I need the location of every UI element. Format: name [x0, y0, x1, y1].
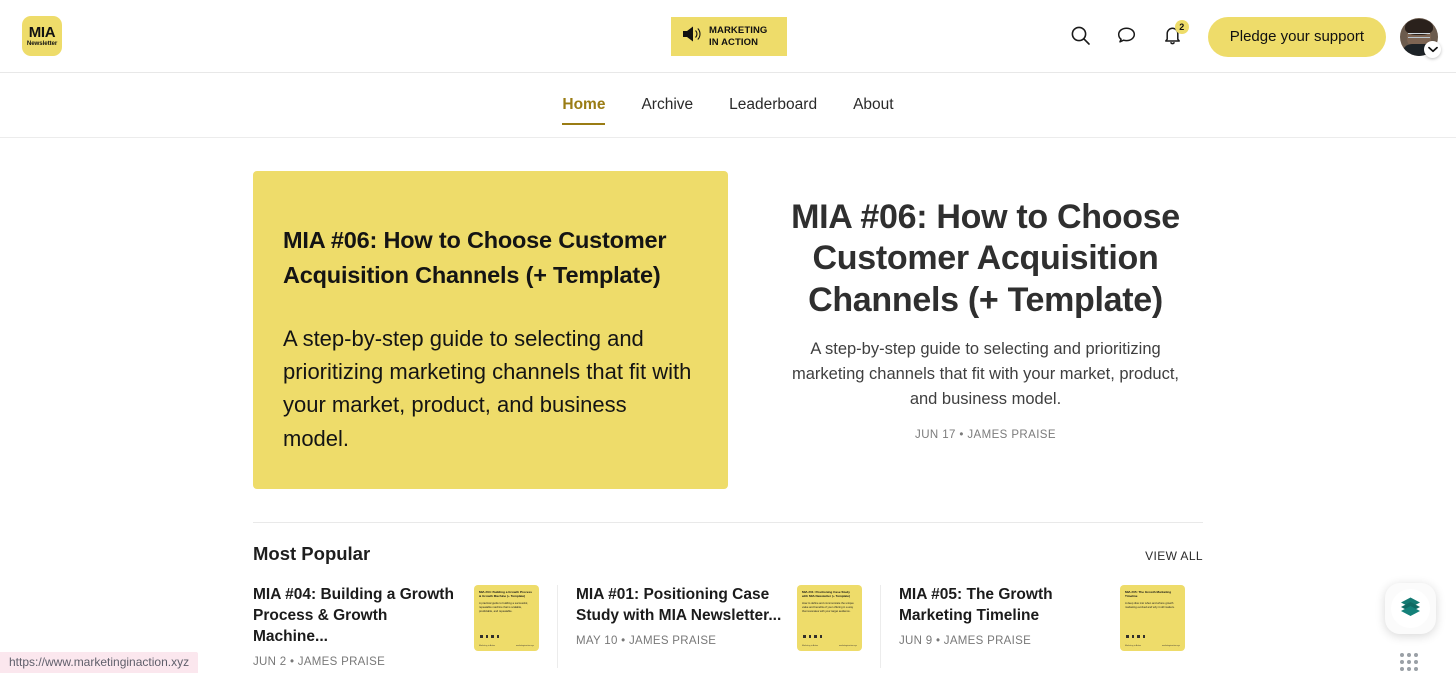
- notification-badge: 2: [1174, 19, 1189, 34]
- nav-item-about[interactable]: About: [835, 85, 912, 125]
- thumb-footer: Marketing in Action marketinginaction.xy…: [479, 645, 534, 647]
- most-popular-heading: Most Popular: [253, 543, 371, 564]
- logo-line-2: Newsletter: [26, 40, 58, 48]
- list-item[interactable]: MIA #04: Building a Growth Process & Gro…: [253, 585, 557, 668]
- status-bar-url: https://www.marketinginaction.xyz: [0, 652, 199, 673]
- thumb-footer: Marketing in Action marketinginaction.xy…: [802, 645, 857, 647]
- site-logo[interactable]: MIA Newsletter: [22, 16, 62, 56]
- center-brand-line-2: IN ACTION: [709, 36, 759, 48]
- search-button[interactable]: [1058, 14, 1104, 60]
- post-meta: JUN 2 • JAMES PRAISE: [253, 655, 386, 668]
- nav-item-leaderboard[interactable]: Leaderboard: [711, 85, 835, 125]
- view-all-link[interactable]: VIEW ALL: [1145, 549, 1203, 563]
- book-stack-icon: [1399, 596, 1422, 622]
- floating-widget-button[interactable]: [1385, 583, 1436, 634]
- hero-cover-image[interactable]: MIA #06: How to Choose Customer Acquisit…: [253, 171, 728, 489]
- search-icon: [1070, 25, 1091, 49]
- post-text: MIA #01: Positioning Case Study with MIA…: [576, 585, 783, 647]
- thumb-foot-right: marketinginaction.xyz: [838, 645, 857, 647]
- chevron-down-icon[interactable]: [1424, 40, 1441, 58]
- widget-circle: [1391, 589, 1430, 628]
- thumb-foot-left: Marketing in Action: [479, 645, 495, 647]
- thumb-title: MIA #01: Positioning Case Study with MIA…: [802, 590, 851, 599]
- thumb-dots: [1126, 635, 1146, 638]
- thumb-body: A deep dive into when and where growth m…: [1125, 602, 1175, 610]
- post-title[interactable]: MIA #01: Positioning Case Study with MIA…: [576, 585, 783, 627]
- post-text: MIA #04: Building a Growth Process & Gro…: [253, 585, 460, 668]
- hero-cover-title: MIA #06: How to Choose Customer Acquisit…: [283, 227, 667, 289]
- post-meta: JUN 9 • JAMES PRAISE: [899, 634, 1032, 647]
- thumb-foot-right: marketinginaction.xyz: [515, 645, 534, 647]
- thumb-foot-right: marketinginaction.xyz: [1161, 645, 1180, 647]
- main-nav: Home Archive Leaderboard About: [0, 73, 1456, 138]
- hero-subtitle: A step-by-step guide to selecting and pr…: [791, 340, 1179, 408]
- hero-text: MIA #06: How to Choose Customer Acquisit…: [768, 171, 1203, 441]
- thumb-foot-left: Marketing in Action: [1125, 645, 1141, 647]
- megaphone-icon: [681, 25, 703, 48]
- center-brand-text: MARKETING IN ACTION: [709, 25, 767, 49]
- logo-line-1: MIA: [28, 23, 56, 41]
- notifications-button[interactable]: 2: [1150, 14, 1196, 60]
- thumb-footer: Marketing in Action marketinginaction.xy…: [1125, 645, 1180, 647]
- most-popular-list: MIA #04: Building a Growth Process & Gro…: [253, 585, 1203, 668]
- hero-meta: JUN 17 • JAMES PRAISE: [915, 428, 1056, 441]
- page-root: MIA Newsletter MARKETING IN ACTION 2 Ple…: [0, 0, 1456, 673]
- most-popular-section: Most Popular VIEW ALL MIA #04: Building …: [253, 522, 1203, 668]
- thumb-dots: [803, 635, 823, 638]
- list-item[interactable]: MIA #01: Positioning Case Study with MIA…: [557, 585, 880, 668]
- post-thumbnail[interactable]: MIA #04: Building a Growth Process & Gro…: [474, 585, 539, 651]
- most-popular-header: Most Popular VIEW ALL: [253, 543, 1203, 565]
- hero-section: MIA #06: How to Choose Customer Acquisit…: [0, 138, 1456, 489]
- post-thumbnail[interactable]: MIA #05: The Growth Marketing Timeline A…: [1120, 585, 1185, 651]
- post-title[interactable]: MIA #05: The Growth Marketing Timeline: [899, 585, 1106, 627]
- messages-button[interactable]: [1104, 14, 1150, 60]
- chat-bubble-icon: [1116, 25, 1137, 49]
- hero-title[interactable]: MIA #06: How to Choose Customer Acquisit…: [768, 197, 1203, 321]
- nav-item-home[interactable]: Home: [544, 85, 623, 125]
- center-brand-line-1: MARKETING: [709, 24, 768, 36]
- account-menu-button[interactable]: [1400, 17, 1441, 58]
- post-text: MIA #05: The Growth Marketing Timeline J…: [899, 585, 1106, 647]
- top-actions: 2 Pledge your support: [1058, 0, 1441, 73]
- thumb-body: How to define and communicate the unique…: [802, 602, 854, 614]
- hero-cover-body: A step-by-step guide to selecting and pr…: [283, 325, 692, 451]
- avatar-glasses: [1408, 32, 1430, 38]
- list-item[interactable]: MIA #05: The Growth Marketing Timeline J…: [880, 585, 1203, 668]
- post-meta: MAY 10 • JAMES PRAISE: [576, 634, 717, 647]
- thumb-title: MIA #05: The Growth Marketing Timeline: [1125, 590, 1172, 599]
- widget-drag-handle[interactable]: [1400, 653, 1418, 671]
- thumb-title: MIA #04: Building a Growth Process & Gro…: [479, 590, 533, 599]
- center-brand-badge[interactable]: MARKETING IN ACTION: [671, 17, 787, 56]
- post-title[interactable]: MIA #04: Building a Growth Process & Gro…: [253, 585, 460, 648]
- post-thumbnail[interactable]: MIA #01: Positioning Case Study with MIA…: [797, 585, 862, 651]
- nav-item-archive[interactable]: Archive: [623, 85, 711, 125]
- thumb-foot-left: Marketing in Action: [802, 645, 818, 647]
- top-bar: MIA Newsletter MARKETING IN ACTION 2 Ple…: [0, 0, 1456, 73]
- thumb-dots: [480, 635, 500, 638]
- thumb-body: A practical guide to building a successf…: [479, 602, 529, 614]
- pledge-support-button[interactable]: Pledge your support: [1207, 16, 1386, 57]
